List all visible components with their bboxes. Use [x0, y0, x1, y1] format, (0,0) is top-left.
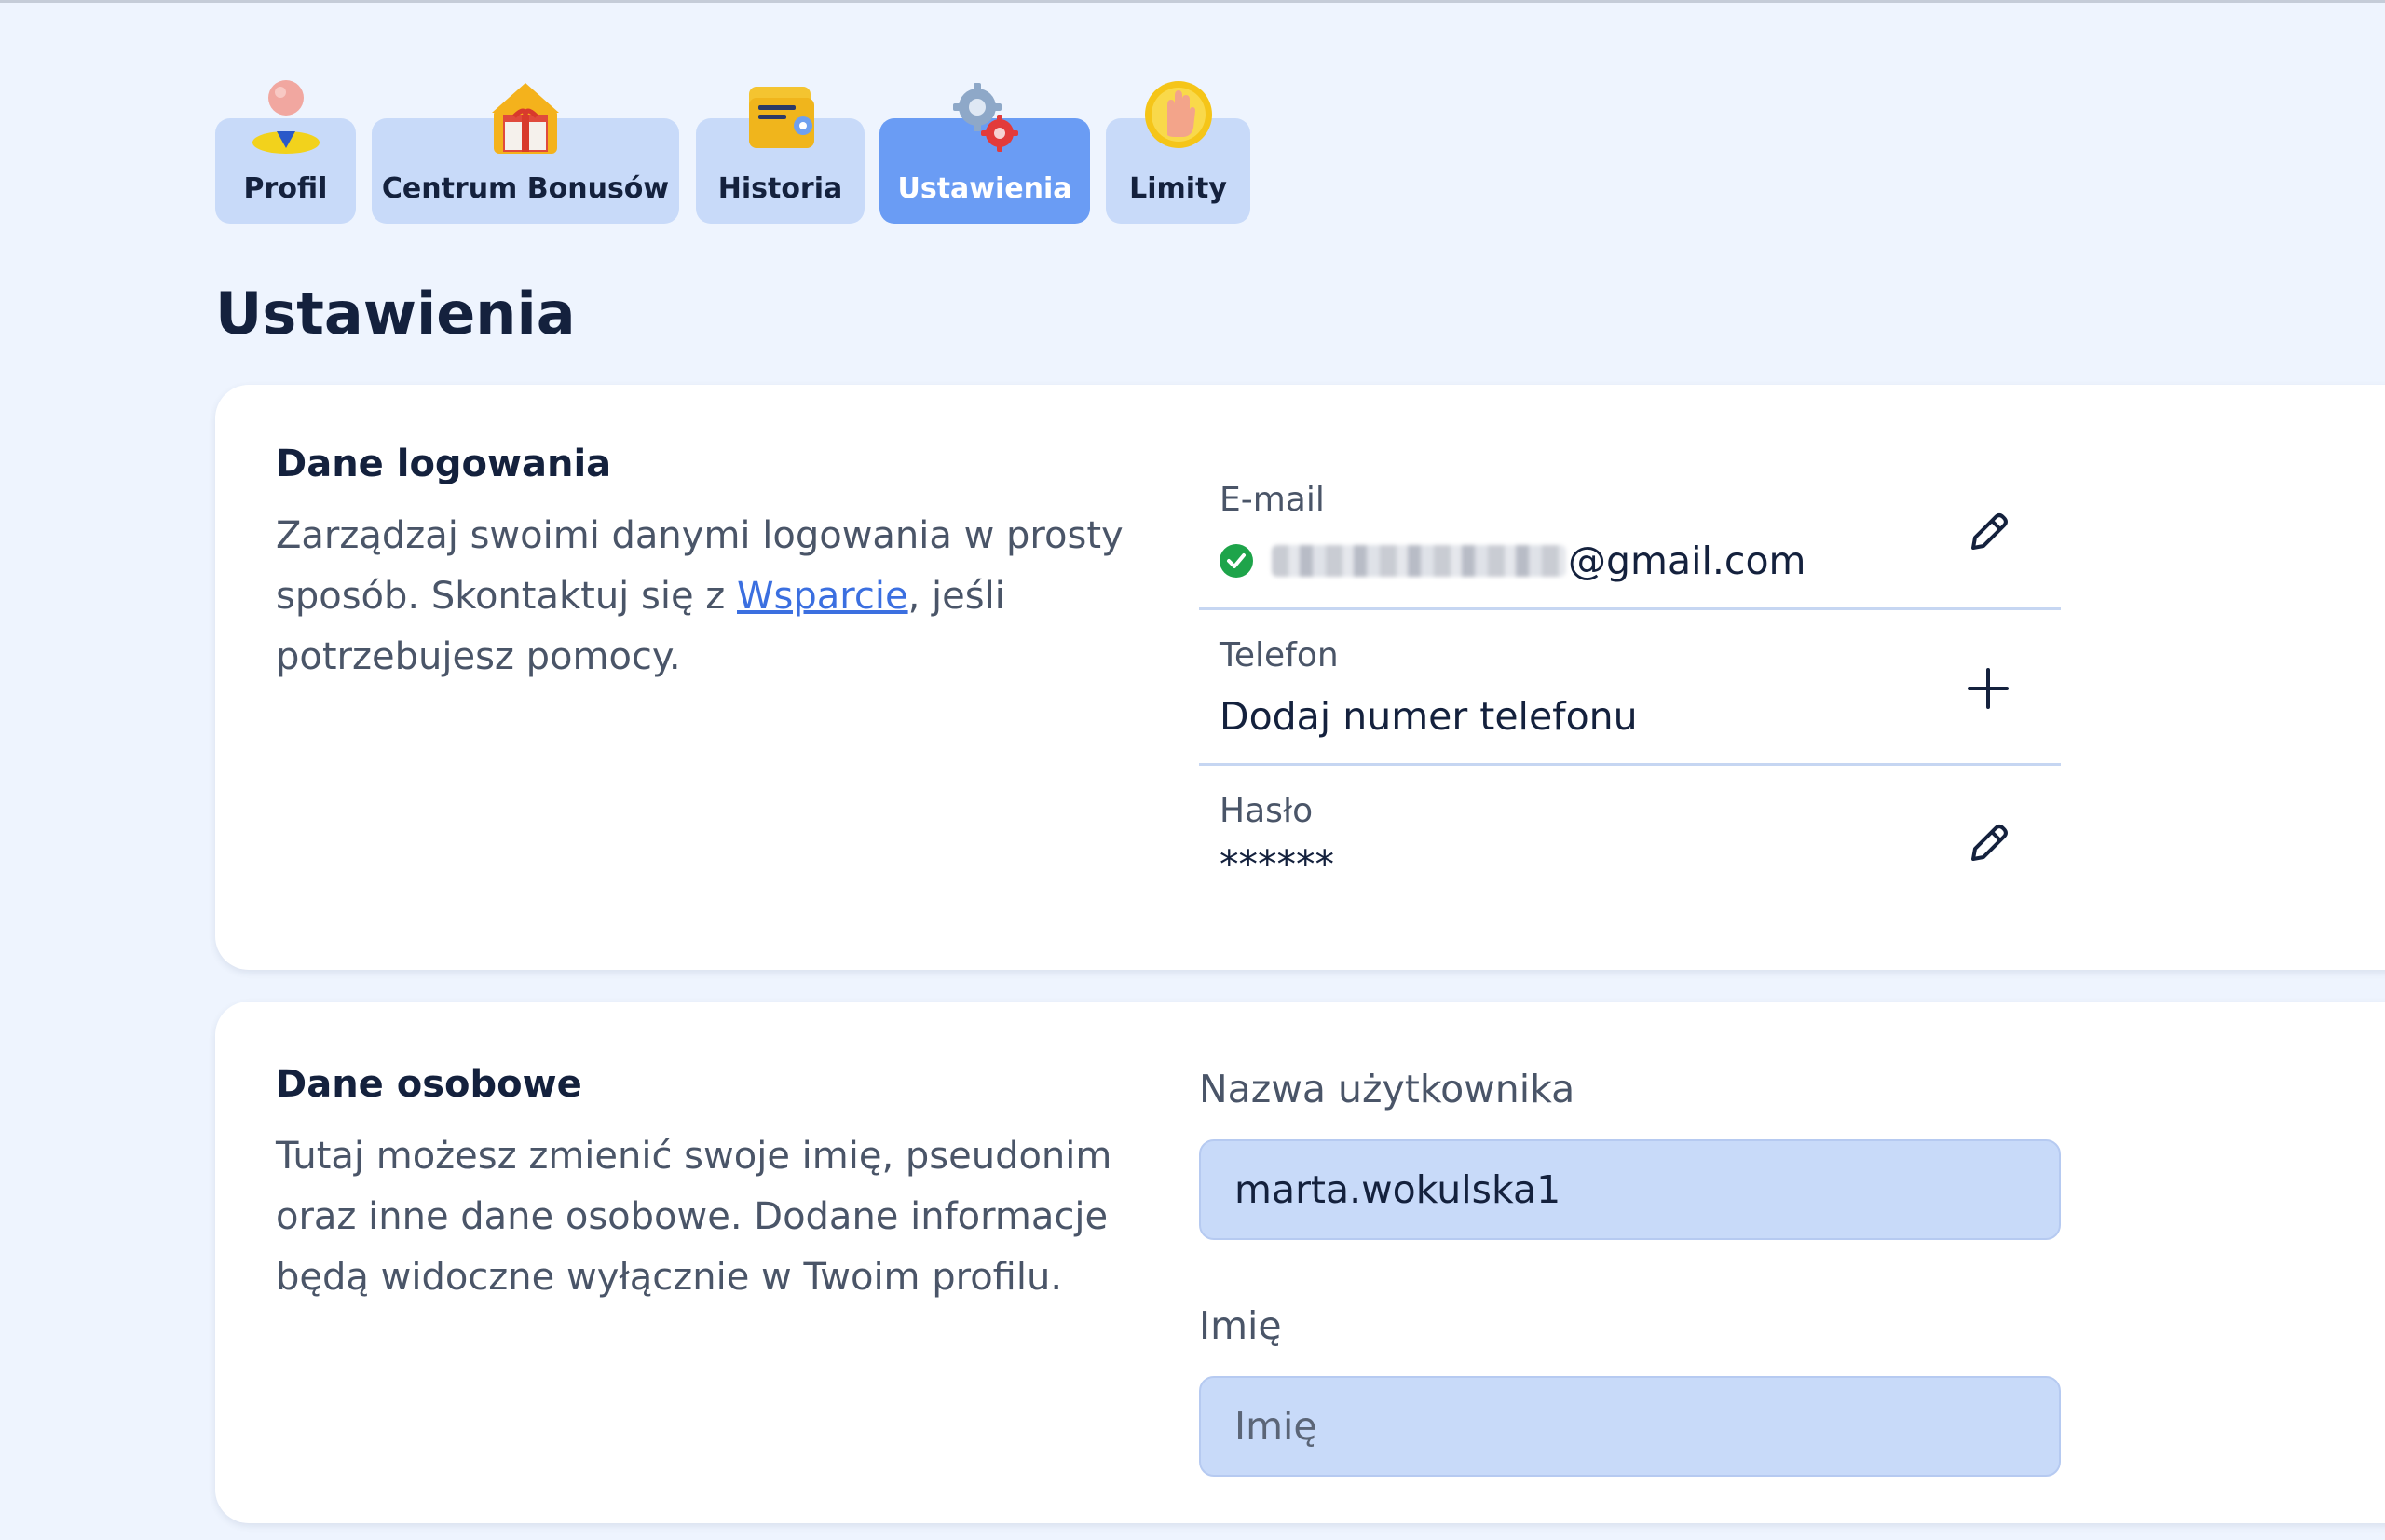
phone-row: Telefon Dodaj numer telefonu: [1199, 610, 2061, 766]
login-section-title: Dane logowania: [276, 443, 612, 485]
personal-details-card: Dane osobowe Tutaj możesz zmienić swoje …: [215, 1002, 2385, 1523]
tab-label: Limity: [1129, 172, 1227, 205]
gears-icon: [953, 83, 1018, 152]
personal-section-description: Tutaj możesz zmienić swoje imię, pseudon…: [276, 1135, 1112, 1299]
user-avatar-icon: [252, 80, 320, 154]
login-details-card: Dane logowania Zarządzaj swoimi danymi l…: [215, 385, 2385, 970]
gift-icon: [492, 83, 559, 154]
tab-label: Ustawienia: [897, 172, 1072, 205]
tab-profil[interactable]: Profil: [215, 80, 356, 224]
edit-email-pencil-icon[interactable]: [1962, 507, 2014, 559]
tab-label: Historia: [717, 172, 843, 205]
username-label: Nazwa użytkownika: [1199, 1067, 1575, 1111]
page-title: Ustawienia: [215, 279, 576, 348]
tab-limity[interactable]: Limity: [1106, 81, 1250, 224]
email-label: E-mail: [1220, 481, 1325, 519]
tab-ustawienia[interactable]: Ustawienia: [879, 83, 1090, 224]
top-border: [0, 0, 2385, 3]
password-label: Hasło: [1220, 792, 1314, 830]
email-username-redacted: [1272, 545, 1566, 577]
add-phone-plus-icon[interactable]: [1962, 662, 2014, 715]
personal-fields: Nazwa użytkownika Imię: [1199, 1067, 2061, 1540]
email-value: @gmail.com: [1220, 538, 1806, 583]
hand-stop-icon: [1144, 81, 1212, 148]
password-value: ******: [1220, 842, 1334, 887]
firstname-input[interactable]: [1199, 1376, 2061, 1477]
tab-historia[interactable]: Historia: [696, 87, 865, 224]
phone-label: Telefon: [1220, 636, 1339, 675]
tab-label: Centrum Bonusów: [381, 172, 670, 205]
firstname-label: Imię: [1199, 1303, 1282, 1348]
tab-centrum-bonusow[interactable]: Centrum Bonusów: [372, 83, 679, 224]
personal-section-title: Dane osobowe: [276, 1063, 582, 1106]
firstname-field: Imię: [1199, 1303, 2061, 1477]
email-domain: @gmail.com: [1568, 538, 1806, 583]
username-input[interactable]: [1199, 1139, 2061, 1240]
edit-password-pencil-icon[interactable]: [1962, 818, 2014, 870]
wallet-icon: [748, 87, 814, 148]
verified-check-icon: [1220, 544, 1253, 578]
password-row: Hasło ******: [1199, 766, 2061, 921]
support-link[interactable]: Wsparcie: [737, 575, 908, 618]
email-row: E-mail @gmail.com: [1199, 455, 2061, 610]
login-section-description: Zarządzaj swoimi danymi logowania w pros…: [276, 506, 1152, 688]
username-field: Nazwa użytkownika: [1199, 1067, 2061, 1240]
tab-label: Profil: [243, 172, 328, 205]
phone-value: Dodaj numer telefonu: [1220, 694, 1638, 739]
login-rows: E-mail @gmail.com Telefon Dodaj numer te…: [1199, 455, 2061, 921]
